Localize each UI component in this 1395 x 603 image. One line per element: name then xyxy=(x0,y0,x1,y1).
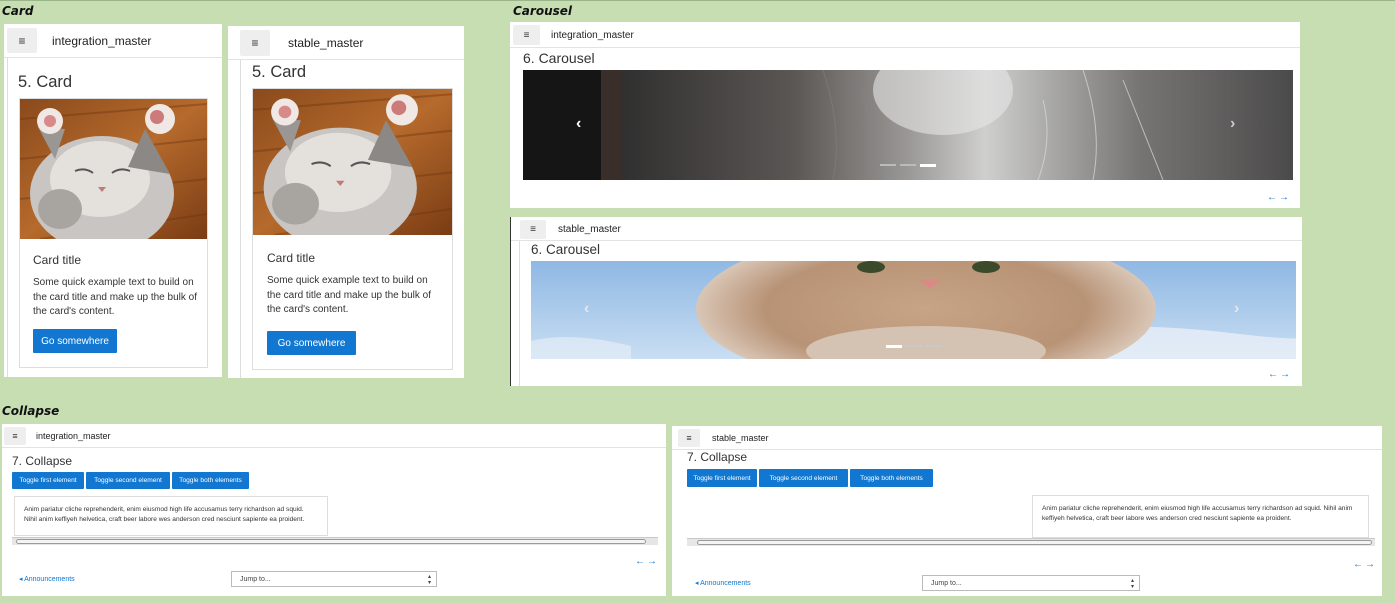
top-border xyxy=(0,0,1395,1)
hamburger-icon: ≡ xyxy=(523,29,530,41)
page-nav-arrows[interactable]: ←→ xyxy=(1268,369,1292,380)
page-heading: 5. Card xyxy=(252,63,307,81)
menu-button[interactable]: ≡ xyxy=(240,30,270,56)
toggle-first-button[interactable]: Toggle first element xyxy=(12,472,84,489)
jump-to-value: Jump to... xyxy=(240,575,271,583)
collapse-content: Anim pariatur cliche reprehenderit, enim… xyxy=(1032,495,1369,538)
chevron-right-icon: › xyxy=(1234,300,1240,317)
menu-button[interactable]: ≡ xyxy=(513,25,540,45)
go-somewhere-button[interactable]: Go somewhere xyxy=(267,331,356,355)
navbar: ≡ integration_master xyxy=(4,24,222,58)
menu-button[interactable]: ≡ xyxy=(678,429,700,447)
navbar: ≡ stable_master xyxy=(672,426,1382,450)
go-somewhere-button[interactable]: Go somewhere xyxy=(33,329,117,353)
toggle-first-button[interactable]: Toggle first element xyxy=(687,469,757,487)
page-heading: 6. Carousel xyxy=(531,242,601,257)
hamburger-icon: ≡ xyxy=(12,431,18,441)
card-title: Card title xyxy=(267,251,316,265)
toggle-second-button[interactable]: Toggle second element xyxy=(86,472,170,489)
carousel-indicator[interactable] xyxy=(926,345,942,347)
branch-name: integration_master xyxy=(551,30,634,41)
kitten-image xyxy=(253,89,452,235)
card-text: Some quick example text to build on the … xyxy=(33,277,197,317)
horizontal-scrollbar[interactable] xyxy=(687,538,1375,546)
menu-button[interactable]: ≡ xyxy=(4,427,26,445)
card: Card title Some quick example text to bu… xyxy=(19,98,208,368)
toggle-both-button[interactable]: Toggle both elements xyxy=(172,472,249,489)
scrollbar-thumb[interactable] xyxy=(16,539,646,544)
section-label-collapse: Collapse xyxy=(2,404,60,418)
jump-to-select[interactable]: Jump to... ▴ ▾ xyxy=(231,571,437,587)
carousel-indicator-active[interactable] xyxy=(920,164,936,167)
carousel: ‹ › xyxy=(523,70,1293,180)
carousel-indicator[interactable] xyxy=(900,164,916,166)
toggle-second-button[interactable]: Toggle second element xyxy=(759,469,848,487)
horizontal-scrollbar[interactable] xyxy=(12,537,658,545)
chevron-left-icon: ‹ xyxy=(584,300,590,317)
page-nav-arrows[interactable]: ←→ xyxy=(635,556,659,567)
carousel-panel-integration: ≡ integration_master 6. Carousel ‹ › ←→ xyxy=(510,22,1300,208)
page-heading: 7. Collapse xyxy=(687,450,748,464)
carousel-indicator[interactable] xyxy=(880,164,896,166)
section-label-card: Card xyxy=(2,4,34,18)
card: Card title Some quick example text to bu… xyxy=(252,88,453,370)
collapse-content: Anim pariatur cliche reprehenderit, enim… xyxy=(14,496,328,536)
carousel-next-button[interactable]: › xyxy=(1234,301,1239,317)
section-label-carousel: Carousel xyxy=(513,4,573,18)
page-heading: 6. Carousel xyxy=(523,50,595,66)
content-border xyxy=(7,58,8,377)
carousel-indicator-active[interactable] xyxy=(886,345,902,348)
kitten-image xyxy=(20,99,207,239)
carousel: ‹ › xyxy=(531,261,1296,359)
page-nav-arrows[interactable]: ←→ xyxy=(1267,192,1291,203)
content-border xyxy=(519,241,520,386)
hamburger-icon: ≡ xyxy=(18,33,26,48)
hamburger-icon: ≡ xyxy=(251,36,259,50)
branch-name: integration_master xyxy=(52,34,152,48)
card-title: Card title xyxy=(33,253,82,267)
collapse-panel-stable: ≡ stable_master 7. Collapse Toggle first… xyxy=(672,426,1382,596)
prev-activity-link[interactable]: ◂ Announcements xyxy=(695,579,751,587)
branch-name: stable_master xyxy=(712,433,769,443)
page-heading: 7. Collapse xyxy=(12,454,73,468)
hamburger-icon: ≡ xyxy=(530,224,536,235)
hamburger-icon: ≡ xyxy=(686,433,692,443)
card-panel-integration: ≡ integration_master 5. Card Card title … xyxy=(4,24,222,377)
navbar: ≡ integration_master xyxy=(2,424,666,448)
navbar: ≡ stable_master xyxy=(228,26,464,60)
content-border xyxy=(240,60,241,378)
page-nav-arrows[interactable]: ←→ xyxy=(1353,559,1377,570)
carousel-next-button[interactable]: › xyxy=(1230,116,1235,132)
chevron-right-icon: › xyxy=(1230,115,1236,132)
branch-name: stable_master xyxy=(288,36,364,50)
card-panel-stable: ≡ stable_master 5. Card Card title Some … xyxy=(228,26,464,378)
chevron-left-icon: ‹ xyxy=(576,115,582,132)
carousel-panel-stable: ≡ stable_master 6. Carousel ‹ › ←→ xyxy=(510,217,1302,386)
arrow-left-right-icon: ←→ xyxy=(1267,192,1291,203)
navbar: ≡ integration_master xyxy=(510,22,1300,48)
card-image xyxy=(253,89,452,235)
carousel-prev-button[interactable]: ‹ xyxy=(584,301,589,317)
prev-activity-link[interactable]: ◂ Announcements xyxy=(19,575,75,583)
toggle-both-button[interactable]: Toggle both elements xyxy=(850,469,933,487)
arrow-left-right-icon: ←→ xyxy=(1353,559,1377,570)
updown-caret-icon: ▴ ▾ xyxy=(427,574,431,586)
jump-to-select[interactable]: Jump to... ▴ ▾ xyxy=(922,575,1140,591)
menu-button[interactable]: ≡ xyxy=(7,28,37,53)
menu-button[interactable]: ≡ xyxy=(520,220,546,239)
collapse-panel-integration: ≡ integration_master 7. Collapse Toggle … xyxy=(2,424,666,596)
branch-name: stable_master xyxy=(558,224,621,235)
branch-name: integration_master xyxy=(36,431,111,441)
scrollbar-thumb[interactable] xyxy=(697,540,1372,545)
page-heading: 5. Card xyxy=(18,73,73,91)
arrow-left-right-icon: ←→ xyxy=(1268,369,1292,380)
arrow-left-right-icon: ←→ xyxy=(635,556,659,567)
card-image xyxy=(20,99,207,239)
carousel-prev-button[interactable]: ‹ xyxy=(576,116,581,132)
navbar: ≡ stable_master xyxy=(511,217,1302,241)
jump-to-value: Jump to... xyxy=(931,579,962,587)
card-text: Some quick example text to build on the … xyxy=(267,275,431,315)
updown-caret-icon: ▴ ▾ xyxy=(1130,578,1134,590)
carousel-indicator[interactable] xyxy=(906,345,922,347)
